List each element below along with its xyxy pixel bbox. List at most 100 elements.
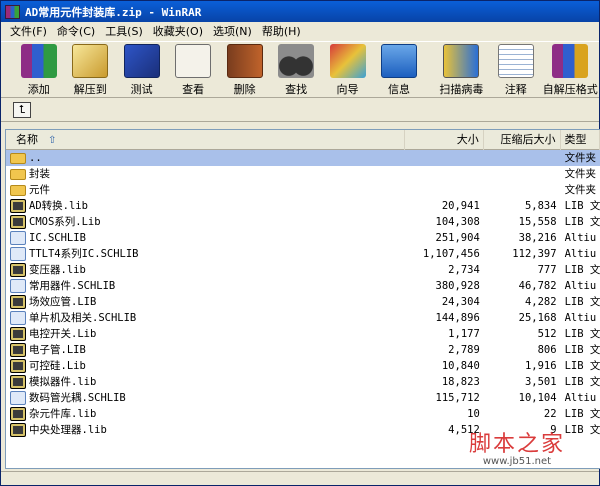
- file-size: 20,941: [441, 200, 480, 212]
- file-packed-size: 25,168: [518, 312, 557, 324]
- file-row[interactable]: 单片机及相关.SCHLIB 144,896 25,168 Altiu: [6, 310, 600, 326]
- wizard-button[interactable]: 向导: [322, 42, 373, 98]
- file-packed-size: 512: [537, 328, 557, 340]
- file-packed-size: 46,782: [518, 280, 557, 292]
- menu-tools[interactable]: 工具(S): [100, 23, 148, 41]
- file-size: [405, 182, 484, 198]
- view-button[interactable]: 查看: [167, 42, 218, 98]
- file-row[interactable]: 电控开关.Lib 1,177 512 LIB 文: [6, 326, 600, 342]
- file-name-cell: 电控开关.Lib: [6, 326, 405, 342]
- virus-scan-button[interactable]: 扫描病毒: [433, 42, 490, 98]
- file-row[interactable]: AD转换.lib 20,941 5,834 LIB 文: [6, 198, 600, 214]
- file-row[interactable]: 常用器件.SCHLIB 380,928 46,782 Altiu: [6, 278, 600, 294]
- menu-help[interactable]: 帮助(H): [257, 23, 306, 41]
- file-size: 24,304: [441, 296, 480, 308]
- file-name-cell: 场效应管.LIB: [6, 294, 405, 310]
- file-type: LIB 文: [564, 296, 600, 308]
- watermark-main: 脚本之家: [468, 432, 565, 457]
- column-type[interactable]: 类型: [561, 130, 600, 150]
- file-name: 可控硅.Lib: [29, 360, 86, 372]
- menu-file[interactable]: 文件(F): [5, 23, 52, 41]
- file-row[interactable]: 数码管光耦.SCHLIB 115,712 10,104 Altiu: [6, 390, 600, 406]
- file-row[interactable]: IC.SCHLIB 251,904 38,216 Altiu: [6, 230, 600, 246]
- virus-scan-icon: [443, 44, 480, 78]
- file-name: 封装: [29, 168, 50, 180]
- lib-file-icon: [10, 359, 26, 373]
- file-name: 电子管.LIB: [29, 344, 86, 356]
- file-name: 数码管光耦.SCHLIB: [29, 392, 126, 404]
- sfx-button[interactable]: 自解压格式: [542, 42, 599, 98]
- info-icon: [381, 44, 418, 78]
- file-list: 名称 ⇧ 大小 压缩后大小 类型 .. 文件夹 封装 文件夹 元件 文件夹 AD转换.lib 2…: [5, 129, 600, 469]
- file-row[interactable]: 可控硅.Lib 10,840 1,916 LIB 文: [6, 358, 600, 374]
- file-name-cell: 封装: [6, 166, 405, 182]
- file-name-cell: 常用器件.SCHLIB: [6, 278, 405, 294]
- up-folder-icon[interactable]: ⮤: [13, 101, 31, 118]
- file-name-cell: 电子管.LIB: [6, 342, 405, 358]
- find-button[interactable]: 查找: [270, 42, 321, 98]
- add-books-icon: [20, 44, 57, 78]
- schlib-file-icon: [10, 311, 26, 325]
- file-type: LIB 文: [564, 216, 600, 228]
- file-type: LIB 文: [564, 376, 600, 388]
- file-name-cell: 单片机及相关.SCHLIB: [6, 310, 405, 326]
- file-name: ..: [29, 152, 42, 164]
- lib-file-icon: [10, 295, 26, 309]
- file-type: LIB 文: [564, 360, 600, 372]
- file-row[interactable]: .. 文件夹: [6, 150, 600, 166]
- file-size: 115,712: [435, 392, 480, 404]
- file-packed-size: 777: [537, 264, 557, 276]
- comment-button[interactable]: 注释: [490, 42, 541, 98]
- menu-commands[interactable]: 命令(C): [52, 23, 100, 41]
- file-size: 18,823: [441, 376, 480, 388]
- file-packed-size: [484, 150, 561, 166]
- file-type: Altiu: [564, 280, 597, 292]
- window-title: AD常用元件封装库.zip - WinRAR: [25, 5, 202, 19]
- file-rows: .. 文件夹 封装 文件夹 元件 文件夹 AD转换.lib 20,941 5,834 LIB 文C…: [6, 150, 600, 438]
- lib-file-icon: [10, 423, 26, 437]
- file-name-cell: AD转换.lib: [6, 198, 405, 214]
- file-type: LIB 文: [564, 200, 600, 212]
- file-name: 常用器件.SCHLIB: [29, 280, 116, 292]
- lib-file-icon: [10, 263, 26, 277]
- extract-to-button[interactable]: 解压到: [64, 42, 115, 98]
- test-icon: [123, 44, 160, 78]
- file-row[interactable]: 变压器.lib 2,734 777 LIB 文: [6, 262, 600, 278]
- file-name-cell: 可控硅.Lib: [6, 358, 405, 374]
- delete-button[interactable]: 删除: [219, 42, 270, 98]
- info-button[interactable]: 信息: [373, 42, 424, 98]
- winrar-app-icon: [5, 4, 20, 19]
- file-name: TTLT4系列IC.SCHLIB: [29, 248, 139, 260]
- test-button[interactable]: 测试: [116, 42, 167, 98]
- file-row[interactable]: 场效应管.LIB 24,304 4,282 LIB 文: [6, 294, 600, 310]
- file-packed-size: 4,282: [524, 296, 557, 308]
- column-packed-size[interactable]: 压缩后大小: [484, 130, 561, 150]
- file-type: LIB 文: [564, 424, 600, 436]
- file-name: 元件: [29, 184, 50, 196]
- file-row[interactable]: TTLT4系列IC.SCHLIB 1,107,456 112,397 Altiu: [6, 246, 600, 262]
- file-name-cell: 变压器.lib: [6, 262, 405, 278]
- file-row[interactable]: 元件 文件夹: [6, 182, 600, 198]
- sfx-icon: [552, 44, 589, 78]
- file-size: 2,789: [448, 344, 480, 356]
- file-row[interactable]: 电子管.LIB 2,789 806 LIB 文: [6, 342, 600, 358]
- column-name[interactable]: 名称 ⇧: [6, 130, 406, 150]
- file-packed-size: 112,397: [512, 248, 557, 260]
- menu-options[interactable]: 选项(N): [208, 23, 257, 41]
- add-button[interactable]: 添加: [13, 42, 64, 98]
- file-packed-size: 10,104: [518, 392, 557, 404]
- file-type: Altiu: [564, 248, 597, 260]
- file-size: 144,896: [435, 312, 480, 324]
- column-size[interactable]: 大小: [405, 130, 484, 150]
- file-row[interactable]: 模拟器件.lib 18,823 3,501 LIB 文: [6, 374, 600, 390]
- menu-favorites[interactable]: 收藏夹(O): [148, 23, 208, 41]
- file-name: CMOS系列.Lib: [29, 216, 101, 228]
- file-size: [405, 166, 484, 182]
- file-size: 380,928: [435, 280, 480, 292]
- file-type: Altiu: [564, 312, 597, 324]
- file-row[interactable]: CMOS系列.Lib 104,308 15,558 LIB 文: [6, 214, 600, 230]
- address-bar: ⮤: [1, 98, 599, 122]
- file-row[interactable]: 封装 文件夹: [6, 166, 600, 182]
- file-packed-size: 38,216: [518, 232, 557, 244]
- file-row[interactable]: 杂元件库.lib 10 22 LIB 文: [6, 406, 600, 422]
